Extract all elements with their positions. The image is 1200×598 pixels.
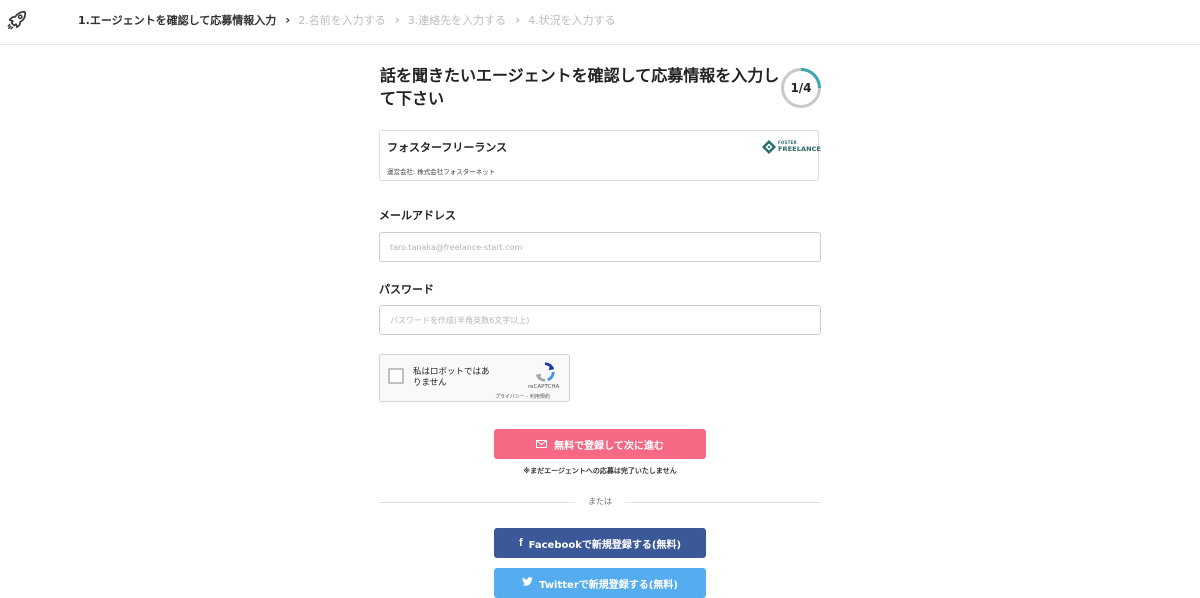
top-bar: 1.エージェントを確認して応募情報入力 › 2.名前を入力する › 3.連絡先を… <box>0 0 1200 45</box>
recaptcha-checkbox[interactable] <box>388 368 404 384</box>
mail-icon <box>536 440 548 448</box>
submit-label: 無料で登録して次に進む <box>554 440 664 452</box>
agent-card: フォスターフリーランス 運営会社: 株式会社フォスターネット FOSTER FR… <box>379 130 821 181</box>
submit-button[interactable]: 無料で登録して次に進む <box>494 429 706 459</box>
submit-note: ※まだエージェントへの応募は完了いたしません <box>523 467 677 475</box>
divider-line-right <box>625 502 821 503</box>
facebook-signup-label: Facebookで新規登録する(無料) <box>528 539 682 551</box>
email-field[interactable] <box>379 232 821 262</box>
password-field[interactable] <box>379 305 821 335</box>
recaptcha-icon <box>535 362 555 382</box>
twitter-signup-button[interactable]: Twitterで新規登録する(無料) <box>494 568 706 598</box>
recaptcha-brand: reCAPTCHA <box>528 384 560 390</box>
page-title: 話を聞きたいエージェントを確認して応募情報を入力して下さい <box>380 66 780 108</box>
step-4: 4.状況を入力する <box>528 14 616 27</box>
divider-line-left <box>379 502 575 503</box>
agent-company: 運営会社: 株式会社フォスターネット <box>387 168 496 176</box>
twitter-signup-label: Twitterで新規登録する(無料) <box>539 580 678 591</box>
agent-logo-text-main: FREELANCE <box>778 145 822 153</box>
step-2: 2.名前を入力する <box>298 14 386 27</box>
facebook-icon: f <box>518 537 523 549</box>
chevron-right-icon: › <box>285 13 291 27</box>
step-3: 3.連絡先を入力する <box>407 14 507 27</box>
step-breadcrumb: 1.エージェントを確認して応募情報入力 › 2.名前を入力する › 3.連絡先を… <box>78 0 616 40</box>
agent-logo: FOSTER FREELANCE <box>762 139 821 157</box>
password-label: パスワード <box>379 283 434 296</box>
email-label: メールアドレス <box>379 209 456 222</box>
diamond-logo-icon <box>762 140 776 154</box>
recaptcha-label: 私はロボットではありません <box>413 367 490 388</box>
chevron-right-icon: › <box>515 13 521 27</box>
facebook-signup-button[interactable]: f Facebookで新規登録する(無料) <box>494 528 706 558</box>
progress-label: 1/4 <box>790 81 812 95</box>
recaptcha-links[interactable]: プライバシー - 利用規約 <box>495 393 550 400</box>
rocket-icon[interactable] <box>6 9 28 31</box>
recaptcha-widget: 私はロボットではありません reCAPTCHA プライバシー - 利用規約 <box>379 354 570 402</box>
step-1: 1.エージェントを確認して応募情報入力 <box>78 14 277 27</box>
divider-label: または <box>588 497 612 506</box>
agent-name: フォスターフリーランス <box>387 141 508 154</box>
chevron-right-icon: › <box>394 13 400 27</box>
